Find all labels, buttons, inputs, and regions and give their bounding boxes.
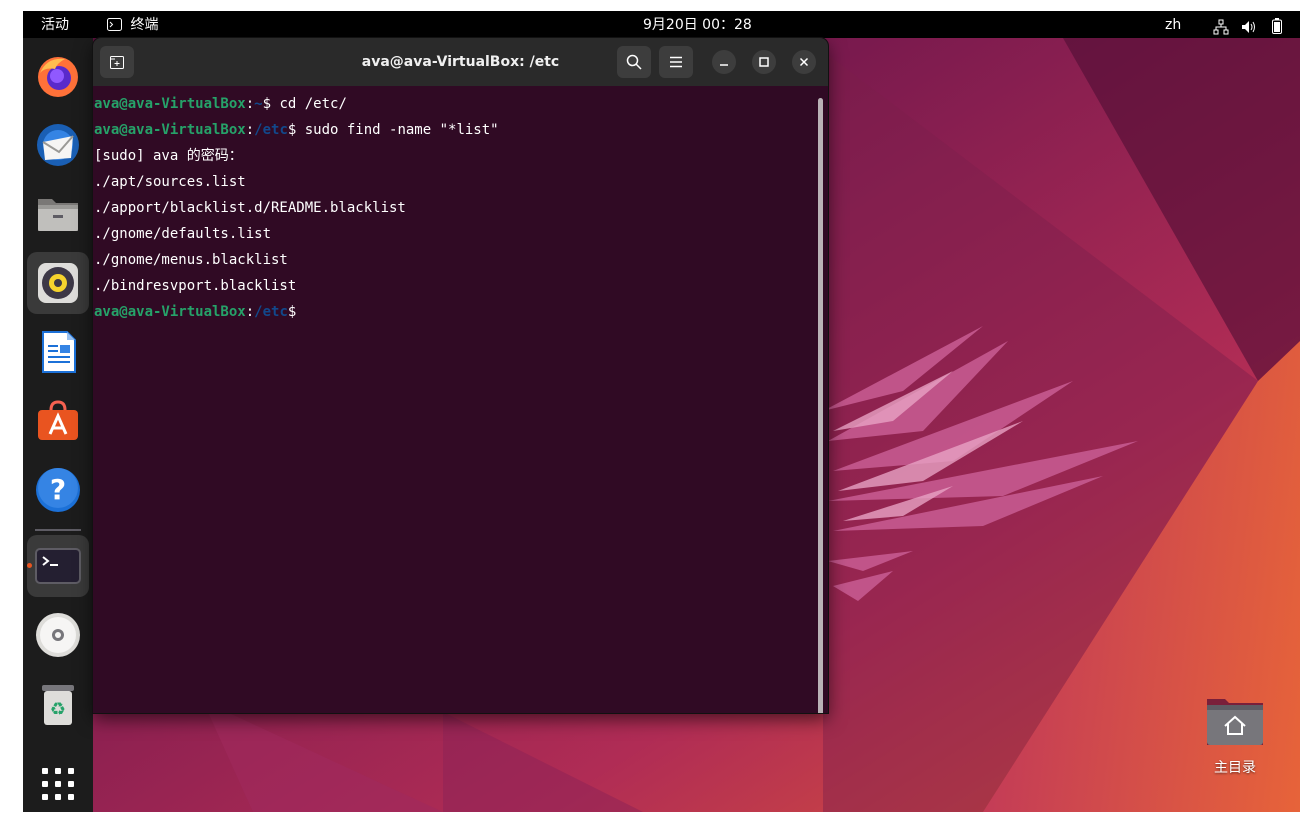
svg-text:?: ? xyxy=(50,473,66,506)
close-icon xyxy=(799,57,809,67)
rhythmbox-icon xyxy=(38,263,78,303)
help-icon: ? xyxy=(36,468,80,512)
desktop-screen: 活动 终端 9月20日 00：28 zh ? ♻ ava@ava-Virtual… xyxy=(23,11,1300,812)
terminal-header-bar[interactable]: ava@ava-VirtualBox: /etc xyxy=(93,38,828,86)
dock-trash[interactable]: ♻ xyxy=(27,673,89,735)
terminal-line: ./gnome/menus.blacklist xyxy=(94,252,288,268)
app-menu-label: 终端 xyxy=(130,17,159,33)
dock-show-apps[interactable] xyxy=(27,753,89,812)
minimize-icon xyxy=(720,64,728,66)
terminal-line: ./bindresvport.blacklist xyxy=(94,278,297,294)
terminal-line: ./gnome/defaults.list xyxy=(94,226,272,242)
maximize-button[interactable] xyxy=(752,50,776,74)
new-tab-icon xyxy=(110,56,124,69)
terminal-line: ava@ava-VirtualBox:/etc$ sudo find -name… xyxy=(94,122,499,138)
dock-app-center[interactable] xyxy=(27,390,89,452)
terminal-scrollbar[interactable] xyxy=(818,98,823,713)
desktop-home-folder[interactable]: 主目录 xyxy=(1193,693,1277,777)
dock-rhythmbox[interactable] xyxy=(27,252,89,314)
dock-optical-disc[interactable] xyxy=(27,604,89,666)
search-icon xyxy=(626,54,642,70)
app-grid-icon xyxy=(42,768,74,800)
trash-icon: ♻ xyxy=(42,685,74,725)
clock[interactable]: 9月20日 00：28 xyxy=(643,11,752,38)
dock-files[interactable] xyxy=(27,183,89,245)
writer-icon xyxy=(42,331,76,373)
firefox-icon xyxy=(38,57,78,97)
battery-icon[interactable] xyxy=(1272,16,1282,34)
input-language-indicator[interactable]: zh xyxy=(1165,11,1181,38)
top-bar: 活动 终端 9月20日 00：28 zh xyxy=(23,11,1300,38)
volume-icon[interactable] xyxy=(1241,17,1257,33)
hamburger-menu-icon xyxy=(670,56,682,68)
terminal-line: ./apt/sources.list xyxy=(94,174,246,190)
dock-terminal[interactable] xyxy=(27,535,89,597)
files-icon xyxy=(38,199,78,231)
terminal-line: [sudo] ava 的密码： xyxy=(94,148,243,164)
terminal-icon xyxy=(35,548,81,584)
dock-separator xyxy=(35,529,81,531)
svg-text:♻: ♻ xyxy=(50,699,66,720)
dock-help[interactable]: ? xyxy=(27,459,89,521)
maximize-icon xyxy=(759,57,769,67)
home-folder-icon xyxy=(1207,699,1263,745)
terminal-window[interactable]: ava@ava-VirtualBox: /etc ava@ava-Virtual… xyxy=(93,38,828,713)
dock: ? ♻ xyxy=(23,38,93,812)
terminal-output[interactable]: ava@ava-VirtualBox:~$ cd /etc/ ava@ava-V… xyxy=(94,91,814,711)
home-folder-label: 主目录 xyxy=(1214,760,1256,776)
app-menu[interactable]: 终端 xyxy=(107,11,158,38)
close-button[interactable] xyxy=(792,50,816,74)
network-icon[interactable] xyxy=(1213,17,1229,35)
dock-firefox[interactable] xyxy=(27,45,89,107)
activities-button[interactable]: 活动 xyxy=(41,11,69,38)
dock-thunderbird[interactable] xyxy=(27,114,89,176)
dock-libreoffice-writer[interactable] xyxy=(27,321,89,383)
new-tab-button[interactable] xyxy=(100,46,134,78)
terminal-prompt-line: ava@ava-VirtualBox:/etc$ xyxy=(94,304,297,320)
thunderbird-icon xyxy=(37,124,79,166)
terminal-small-icon xyxy=(107,18,122,31)
app-center-icon xyxy=(38,400,78,440)
search-button[interactable] xyxy=(617,46,651,78)
menu-button[interactable] xyxy=(659,46,693,78)
disc-icon xyxy=(36,613,80,657)
running-indicator xyxy=(27,563,32,568)
terminal-line: ava@ava-VirtualBox:~$ cd /etc/ xyxy=(94,96,347,112)
minimize-button[interactable] xyxy=(712,50,736,74)
terminal-line: ./apport/blacklist.d/README.blacklist xyxy=(94,200,406,216)
